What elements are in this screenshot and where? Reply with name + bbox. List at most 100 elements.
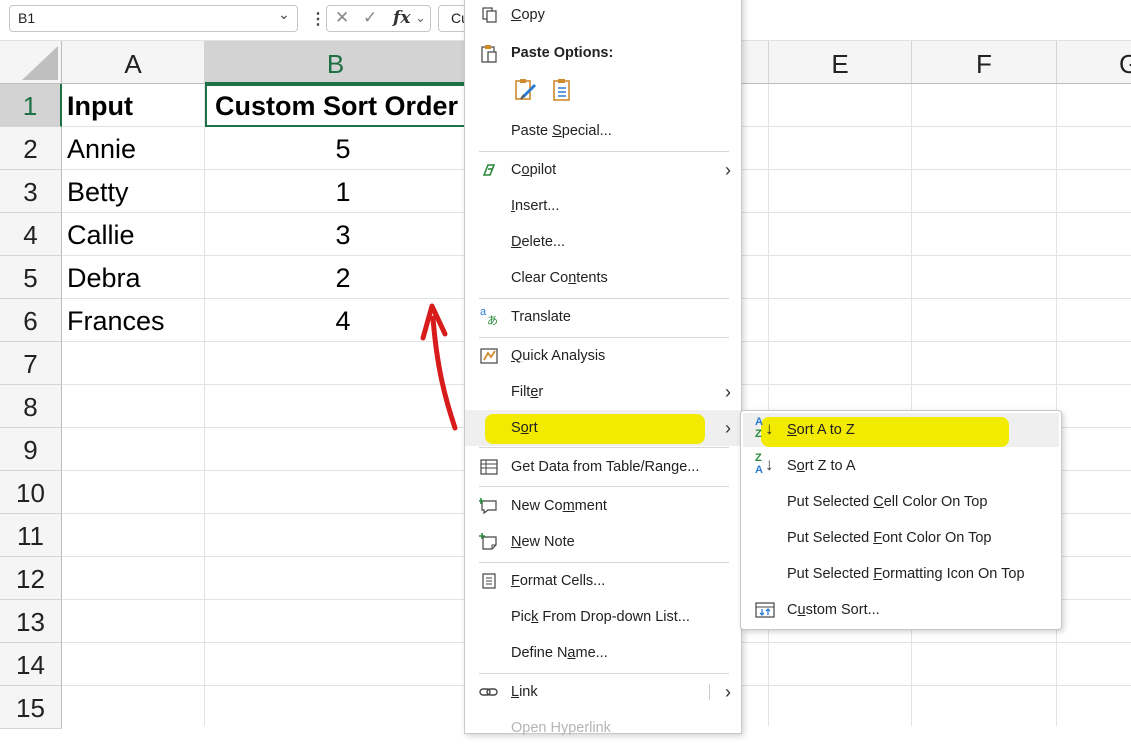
menu-item-sort-z-to-a[interactable]: Z A ↓ Sort Z to A bbox=[741, 448, 1061, 484]
annotation-arrow-icon bbox=[420, 303, 458, 431]
menu-item-label: Pick From Drop-down List... bbox=[511, 609, 690, 625]
name-box-dropdown-icon[interactable]: ⌄ bbox=[278, 6, 290, 23]
menu-item-label: Sort A to Z bbox=[787, 422, 855, 438]
menu-item-label: Format Cells... bbox=[511, 573, 606, 589]
row-header-13[interactable]: 13 bbox=[0, 600, 62, 643]
cell-b1[interactable]: Custom Sort Order bbox=[215, 84, 465, 127]
menu-item-label: Insert... bbox=[511, 198, 560, 214]
menu-item-cell-color-on-top[interactable]: Put Selected Cell Color On Top bbox=[741, 484, 1061, 520]
select-all-triangle-icon[interactable] bbox=[22, 46, 58, 80]
menu-item-label: Open Hyperlink bbox=[511, 720, 611, 736]
cell-a3[interactable]: Betty bbox=[67, 170, 203, 213]
menu-item-delete[interactable]: Delete... bbox=[465, 224, 741, 260]
quick-analysis-icon bbox=[479, 347, 499, 365]
menu-item-label: New Note bbox=[511, 534, 575, 550]
column-header-b[interactable]: B bbox=[205, 41, 467, 84]
row-header-1[interactable]: 1 bbox=[0, 84, 62, 127]
menu-item-sort[interactable]: Sort › bbox=[465, 410, 741, 446]
menu-item-new-note[interactable]: New Note bbox=[465, 524, 741, 560]
menu-item-label: Define Name... bbox=[511, 645, 608, 661]
menu-item-filter[interactable]: Filter › bbox=[465, 374, 741, 410]
menu-item-sort-a-to-z[interactable]: A Z ↓ Sort A to Z bbox=[741, 412, 1061, 448]
cell-a2[interactable]: Annie bbox=[67, 127, 203, 170]
menu-item-define-name[interactable]: Define Name... bbox=[465, 635, 741, 671]
menu-item-label: Copilot bbox=[511, 162, 557, 178]
menu-item-label: Clear Contents bbox=[511, 270, 608, 286]
cancel-icon[interactable]: ✕ bbox=[335, 8, 349, 28]
row-header-2[interactable]: 2 bbox=[0, 127, 62, 170]
new-comment-icon bbox=[478, 497, 499, 515]
menu-item-label: Quick Analysis bbox=[511, 348, 606, 364]
menu-item-new-comment[interactable]: New Comment bbox=[465, 488, 741, 524]
column-header-f[interactable]: F bbox=[912, 41, 1057, 84]
insert-function-icon[interactable]: fx bbox=[393, 8, 410, 28]
clipboard-icon bbox=[479, 44, 499, 63]
row-header-7[interactable]: 7 bbox=[0, 342, 62, 385]
formula-bar-grip-icon[interactable]: ⋮ bbox=[310, 9, 326, 29]
cell-b5[interactable]: 2 bbox=[205, 256, 481, 299]
menu-item-label: Sort Z to A bbox=[787, 458, 856, 474]
menu-item-label: Sort bbox=[511, 420, 538, 436]
row-header-4[interactable]: 4 bbox=[0, 213, 62, 256]
menu-item-insert[interactable]: Insert... bbox=[465, 188, 741, 224]
cell-b2[interactable]: 5 bbox=[205, 127, 481, 170]
row-header-9[interactable]: 9 bbox=[0, 428, 62, 471]
menu-item-translate[interactable]: a あ Translate bbox=[465, 299, 741, 335]
menu-item-clear-contents[interactable]: Clear Contents bbox=[465, 260, 741, 296]
menu-item-label: Paste Special... bbox=[511, 123, 612, 139]
cell-a6[interactable]: Frances bbox=[67, 299, 203, 342]
table-icon bbox=[479, 458, 499, 476]
cell-a5[interactable]: Debra bbox=[67, 256, 203, 299]
paste-formatting-icon[interactable] bbox=[513, 77, 539, 103]
menu-separator bbox=[479, 486, 729, 487]
column-header-a[interactable]: A bbox=[62, 41, 205, 84]
menu-item-get-data[interactable]: Get Data from Table/Range... bbox=[465, 449, 741, 485]
paste-icon[interactable] bbox=[549, 77, 575, 103]
menu-item-label: Filter bbox=[511, 384, 544, 400]
row-header-12[interactable]: 12 bbox=[0, 557, 62, 600]
row-header-5[interactable]: 5 bbox=[0, 256, 62, 299]
chevron-right-icon: › bbox=[725, 382, 731, 402]
row-header-14[interactable]: 14 bbox=[0, 643, 62, 686]
menu-item-link[interactable]: Link › bbox=[465, 674, 741, 710]
menu-item-paste-special[interactable]: Paste Special... bbox=[465, 113, 741, 149]
menu-item-label: Put Selected Font Color On Top bbox=[787, 530, 992, 546]
row-header-11[interactable]: 11 bbox=[0, 514, 62, 557]
fx-dropdown-icon[interactable]: ⌄ bbox=[415, 10, 426, 26]
cell-a1[interactable]: Input bbox=[67, 84, 203, 127]
chevron-right-icon: › bbox=[725, 682, 731, 702]
context-menu: Copy Paste Options: Paste Special... Cop… bbox=[464, 0, 742, 736]
menu-item-custom-sort[interactable]: Custom Sort... bbox=[741, 592, 1061, 628]
cell-a4[interactable]: Callie bbox=[67, 213, 203, 256]
menu-item-copy[interactable]: Copy bbox=[465, 0, 741, 33]
menu-item-label: Put Selected Formatting Icon On Top bbox=[787, 566, 1025, 582]
menu-item-label: Translate bbox=[511, 309, 571, 325]
translate-icon: a あ bbox=[480, 306, 498, 327]
format-cells-icon bbox=[479, 572, 499, 590]
cell-b3[interactable]: 1 bbox=[205, 170, 481, 213]
menu-item-pick-from-list[interactable]: Pick From Drop-down List... bbox=[465, 599, 741, 635]
row-header-15[interactable]: 15 bbox=[0, 686, 62, 729]
column-header-g[interactable]: G bbox=[1057, 41, 1131, 84]
cell-b4[interactable]: 3 bbox=[205, 213, 481, 256]
row-header-3[interactable]: 3 bbox=[0, 170, 62, 213]
menu-item-quick-analysis[interactable]: Quick Analysis bbox=[465, 338, 741, 374]
menu-item-format-cells[interactable]: Format Cells... bbox=[465, 563, 741, 599]
custom-sort-icon bbox=[755, 601, 775, 619]
row-header-6[interactable]: 6 bbox=[0, 299, 62, 342]
menu-item-font-color-on-top[interactable]: Put Selected Font Color On Top bbox=[741, 520, 1061, 556]
menu-item-copilot[interactable]: Copilot › bbox=[465, 152, 741, 188]
link-icon bbox=[479, 683, 499, 701]
name-box[interactable]: B1 bbox=[9, 5, 298, 32]
column-header-d[interactable]: D bbox=[740, 41, 769, 84]
paste-options-label: Paste Options: bbox=[511, 45, 614, 61]
row-header-8[interactable]: 8 bbox=[0, 385, 62, 428]
chevron-right-icon: › bbox=[725, 160, 731, 180]
row-header-10[interactable]: 10 bbox=[0, 471, 62, 514]
menu-item-formatting-icon-on-top[interactable]: Put Selected Formatting Icon On Top bbox=[741, 556, 1061, 592]
enter-icon[interactable]: ✓ bbox=[363, 8, 377, 28]
menu-item-open-hyperlink: Open Hyperlink bbox=[465, 710, 741, 746]
column-header-e[interactable]: E bbox=[769, 41, 912, 84]
sort-z-to-a-icon: Z A ↓ bbox=[755, 452, 774, 476]
formula-bar-buttons: ✕ ✓ fx ⌄ bbox=[326, 5, 431, 32]
